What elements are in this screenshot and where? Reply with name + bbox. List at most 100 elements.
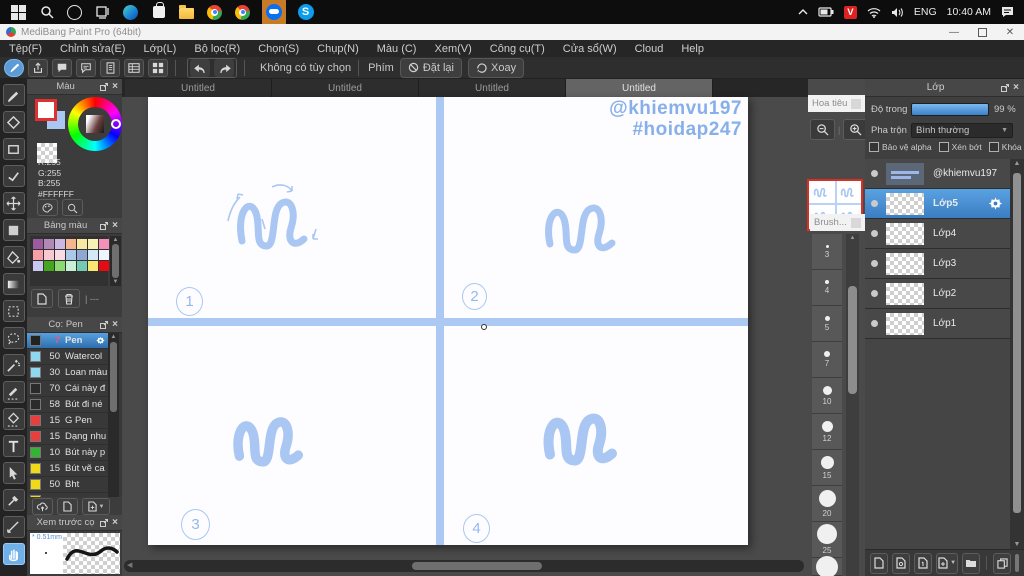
layer-row[interactable]: Lớp3: [865, 249, 1010, 279]
layer-list-scrollbar[interactable]: ▲ ▼: [1010, 159, 1024, 549]
tray-chevron-icon[interactable]: [798, 8, 808, 16]
sv-square[interactable]: [86, 115, 104, 133]
footer-scrollbar[interactable]: [1015, 554, 1019, 572]
cortana-icon[interactable]: [66, 4, 83, 21]
brush-row[interactable]: 15 Dạng nhu: [27, 429, 108, 445]
volume-icon[interactable]: [891, 7, 904, 18]
select-rect-tool[interactable]: [2, 300, 25, 322]
brush-row[interactable]: 50 Watercol: [27, 349, 108, 365]
maximize-button[interactable]: [968, 24, 996, 40]
brush-size-item[interactable]: 25: [812, 522, 842, 558]
popout-icon[interactable]: [100, 518, 109, 527]
divide-tool[interactable]: [2, 516, 25, 538]
add-layer-menu-button[interactable]: ▼: [935, 552, 959, 574]
add-8bit-layer-button[interactable]: [891, 552, 910, 574]
menu-layer[interactable]: Lớp(L): [134, 43, 185, 55]
layer-visibility-icon[interactable]: [871, 170, 878, 177]
select-eraser-tool[interactable]: [2, 408, 25, 430]
palette-swatch[interactable]: [66, 250, 76, 260]
foreground-color-swatch[interactable]: [35, 99, 57, 121]
close-icon[interactable]: ×: [1013, 82, 1019, 93]
palette-scrollbar[interactable]: ▲ ▼: [110, 236, 121, 286]
wifi-icon[interactable]: [867, 7, 881, 18]
canvas[interactable]: 1 2 3 4 @khiemvu197 #hoidap247: [148, 97, 748, 545]
menu-window[interactable]: Cửa sổ(W): [554, 43, 626, 55]
palette-swatch[interactable]: [77, 250, 87, 260]
palette-swatch[interactable]: [88, 261, 98, 271]
edge-icon[interactable]: [122, 4, 139, 21]
palette-swatch[interactable]: [77, 261, 87, 271]
hscroll-thumb[interactable]: [412, 562, 542, 570]
document-icon[interactable]: [100, 58, 120, 77]
chrome-icon-2[interactable]: [234, 4, 251, 21]
brush-size-item[interactable]: 12: [812, 414, 842, 450]
palette-swatch[interactable]: [99, 250, 109, 260]
language-indicator[interactable]: ENG: [914, 6, 937, 18]
popout-icon[interactable]: [100, 221, 109, 230]
zoom-out-button[interactable]: [810, 119, 835, 140]
palette-swatch[interactable]: [99, 239, 109, 249]
menu-filter[interactable]: Bộ lọc(R): [185, 43, 249, 55]
brush-list-scrollbar[interactable]: ▲: [108, 333, 119, 497]
brush-size-item[interactable]: 7: [812, 342, 842, 378]
start-button-icon[interactable]: [10, 4, 27, 21]
rotate-view-button[interactable]: Xoay: [468, 57, 525, 78]
shape-brush-tool[interactable]: [2, 138, 25, 160]
palette-swatch[interactable]: [55, 239, 65, 249]
menu-view[interactable]: Xem(V): [425, 43, 480, 55]
move-tool[interactable]: [2, 192, 25, 214]
menu-edit[interactable]: Chỉnh sửa(E): [51, 43, 134, 55]
document-tab[interactable]: Untitled: [272, 79, 419, 97]
palette-swatch[interactable]: [66, 239, 76, 249]
task-view-icon[interactable]: [94, 4, 111, 21]
grid-tiles-icon[interactable]: [148, 58, 168, 77]
color-pick-button[interactable]: [62, 199, 83, 216]
menu-cloud[interactable]: Cloud: [626, 43, 673, 55]
palette-swatch[interactable]: [44, 250, 54, 260]
select-pen-tool[interactable]: [2, 381, 25, 403]
material-list-icon[interactable]: [124, 58, 144, 77]
add-brush-button[interactable]: [57, 498, 78, 515]
menu-help[interactable]: Help: [672, 43, 713, 55]
palette-swatch[interactable]: [55, 250, 65, 260]
palette-swatch[interactable]: [33, 261, 43, 271]
brush-size-item[interactable]: 5: [812, 306, 842, 342]
palette-swatch[interactable]: [66, 261, 76, 271]
cloud-brush-button[interactable]: [4, 58, 24, 77]
document-tab[interactable]: Untitled: [419, 79, 566, 97]
add-1bit-layer-button[interactable]: [913, 552, 932, 574]
layer-row[interactable]: Lớp1: [865, 309, 1010, 339]
brush-row[interactable]: 15 Bút vẽ ca: [27, 461, 108, 477]
alpha-protect-checkbox[interactable]: Bảo vệ alpha: [869, 142, 932, 152]
add-swatch-button[interactable]: [31, 289, 53, 308]
gear-icon[interactable]: [95, 335, 106, 346]
snap-tool[interactable]: [2, 165, 25, 187]
eyedropper-tool[interactable]: [2, 489, 25, 511]
menu-select[interactable]: Chọn(S): [249, 43, 308, 55]
brush-size-item[interactable]: 4: [812, 270, 842, 306]
layer-visibility-icon[interactable]: [871, 200, 878, 207]
reset-view-button[interactable]: Đặt lại: [399, 57, 462, 78]
minimize-button[interactable]: —: [940, 24, 968, 40]
document-tab-active[interactable]: Untitled: [566, 79, 713, 97]
brush-size-item[interactable]: 10: [812, 378, 842, 414]
menu-tools[interactable]: Công cụ(T): [481, 43, 554, 55]
brush-row[interactable]: 70 Cái này đ: [27, 381, 108, 397]
brush-size-item[interactable]: 15: [812, 450, 842, 486]
brush-row[interactable]: 58 Bút đi né: [27, 397, 108, 413]
magic-wand-tool[interactable]: [2, 354, 25, 376]
panel-button[interactable]: [851, 98, 861, 109]
file-explorer-icon[interactable]: [178, 4, 195, 21]
scroll-left-arrow[interactable]: ◀: [127, 562, 132, 570]
close-icon[interactable]: ×: [112, 81, 118, 92]
layer-row[interactable]: Lớp2: [865, 279, 1010, 309]
close-icon[interactable]: ×: [112, 319, 118, 330]
color-wheel[interactable]: [68, 97, 122, 151]
brush-tool[interactable]: [2, 84, 25, 106]
palette-swatch[interactable]: [44, 239, 54, 249]
duplicate-layer-button[interactable]: [993, 552, 1012, 574]
action-center-icon[interactable]: [1001, 6, 1014, 18]
text-tool[interactable]: [2, 435, 25, 457]
close-icon[interactable]: ×: [112, 517, 118, 528]
comment-icon[interactable]: [52, 58, 72, 77]
